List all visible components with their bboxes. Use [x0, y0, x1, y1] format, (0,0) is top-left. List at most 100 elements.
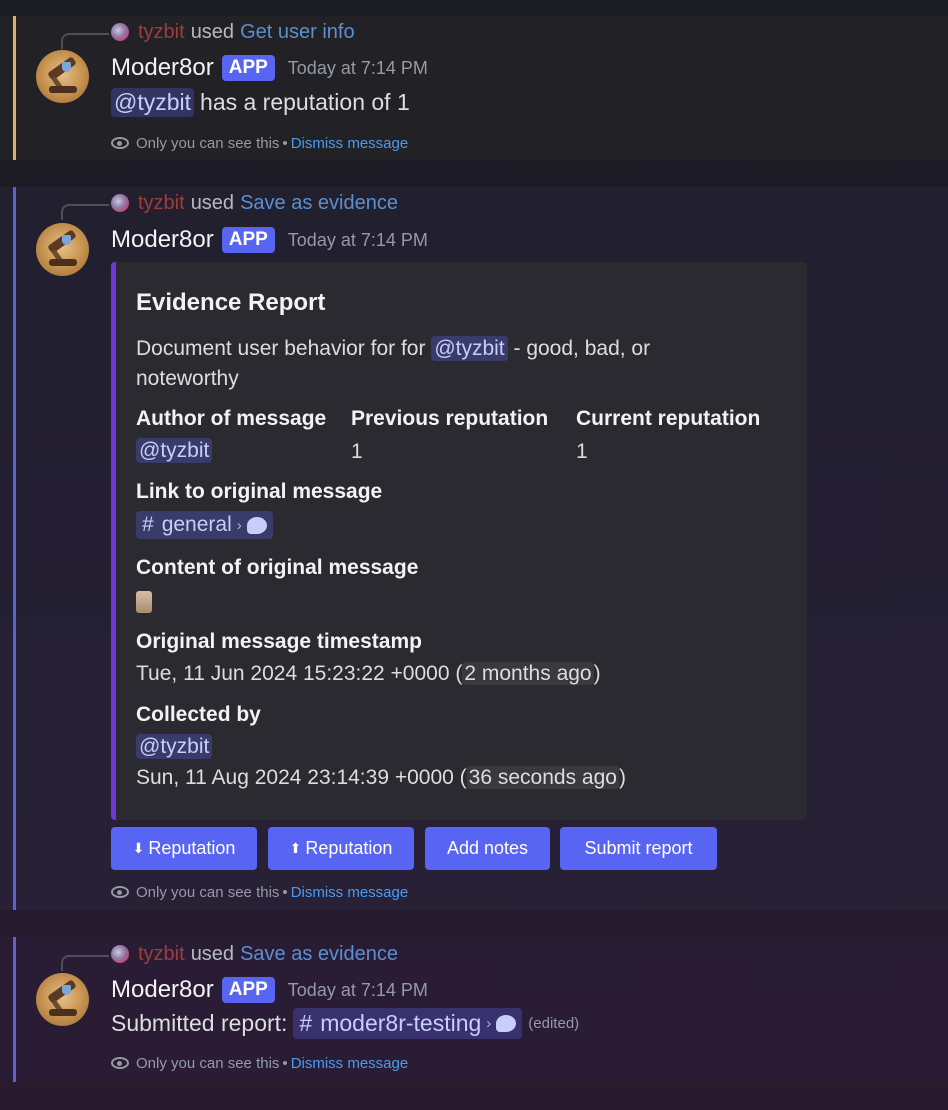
user-mention[interactable]: @tyzbit: [136, 438, 213, 463]
gavel-base: [49, 259, 77, 266]
arrow-down-icon: ⬇: [132, 840, 145, 856]
interaction-reply[interactable]: tyzbit used Save as evidence: [61, 942, 398, 971]
message-highlight-bar: [13, 187, 16, 910]
message-header: Moder8or APP Today at 7:14 PM: [111, 225, 428, 255]
user-mention[interactable]: @tyzbit: [111, 88, 195, 117]
button-label: Reputation: [148, 838, 236, 858]
bot-avatar[interactable]: [36, 50, 89, 103]
app-badge: APP: [221, 977, 275, 1003]
evidence-embed: Evidence Report Document user behavior f…: [111, 262, 807, 820]
field-content-value: [136, 591, 152, 619]
message-timestamp[interactable]: Today at 7:14 PM: [288, 230, 428, 251]
message-highlight-bar: [13, 937, 16, 1082]
reply-used-text: used: [190, 20, 235, 43]
reply-spine: [61, 204, 109, 220]
hash-icon: #: [142, 513, 154, 536]
desc-prefix: Document user behavior for for: [136, 337, 426, 360]
message-highlight-bar: [13, 16, 16, 160]
reply-username[interactable]: tyzbit: [138, 943, 185, 966]
downvote-reputation-button[interactable]: ⬇ Reputation: [111, 827, 257, 870]
field-collected-timestamp: Sun, 11 Aug 2024 23:14:39 +0000 (36 seco…: [136, 766, 626, 790]
chevron-right-icon: ›: [486, 1015, 492, 1032]
field-prev-rep-value: 1: [351, 440, 363, 463]
relative-time[interactable]: 2 months ago: [462, 662, 594, 685]
author-name[interactable]: Moder8or: [111, 976, 214, 1004]
field-timestamp-value: Tue, 11 Jun 2024 15:23:22 +0000 (2 month…: [136, 662, 601, 686]
field-collected-name: Collected by: [136, 703, 261, 726]
paren-open: (: [459, 766, 467, 789]
reply-username[interactable]: tyzbit: [138, 192, 185, 215]
channel-link[interactable]: # moder8r-testing ›: [293, 1008, 523, 1039]
user-mention[interactable]: @tyzbit: [431, 336, 508, 361]
gavel-base: [49, 1009, 77, 1016]
ephemeral-text: Only you can see this: [136, 134, 280, 152]
shield-icon: [62, 985, 71, 995]
separator-dot: •: [282, 883, 288, 901]
add-notes-button[interactable]: Add notes: [425, 827, 550, 870]
user-mini-avatar[interactable]: [111, 23, 129, 41]
interaction-reply[interactable]: tyzbit used Save as evidence: [61, 191, 398, 220]
field-content-name: Content of original message: [136, 556, 419, 579]
paren-close: ): [593, 662, 601, 685]
ephemeral-notice: Only you can see this • Dismiss message: [111, 133, 408, 153]
message-bubble-icon: [496, 1015, 517, 1032]
channel-link[interactable]: # general ›: [136, 511, 273, 539]
user-mini-avatar[interactable]: [111, 194, 129, 212]
hash-icon: #: [299, 1010, 313, 1036]
message-timestamp[interactable]: Today at 7:14 PM: [288, 980, 428, 1001]
field-author-value: @tyzbit: [136, 438, 213, 463]
message-content: Submitted report: # moder8r-testing › (e…: [111, 1008, 579, 1039]
edited-label: (edited): [528, 1015, 580, 1032]
embed-description: Document user behavior for for @tyzbit -…: [136, 334, 736, 394]
author-name[interactable]: Moder8or: [111, 54, 214, 82]
reply-command[interactable]: Get user info: [240, 21, 355, 44]
message-submitted-report: tyzbit used Save as evidence Moder8or AP…: [0, 937, 948, 1082]
channel-name: general: [161, 513, 232, 536]
reply-command[interactable]: Save as evidence: [240, 943, 398, 966]
button-label: Submit report: [584, 838, 693, 858]
shield-icon: [62, 62, 71, 72]
app-badge: APP: [221, 55, 275, 81]
message-evidence-report: tyzbit used Save as evidence Moder8or AP…: [0, 187, 948, 910]
button-label: Add notes: [446, 838, 529, 858]
bot-avatar[interactable]: [36, 223, 89, 276]
bot-avatar[interactable]: [36, 973, 89, 1026]
upvote-reputation-button[interactable]: ⬆ Reputation: [268, 827, 414, 870]
reply-spine: [61, 33, 109, 49]
button-label: Reputation: [305, 838, 393, 858]
embed-title: Evidence Report: [136, 289, 326, 316]
field-curr-rep-value: 1: [576, 440, 588, 463]
ephemeral-text: Only you can see this: [136, 1054, 280, 1072]
message-header: Moder8or APP Today at 7:14 PM: [111, 53, 428, 83]
reply-username[interactable]: tyzbit: [138, 21, 185, 44]
field-author-name: Author of message: [136, 407, 327, 430]
dismiss-message-link[interactable]: Dismiss message: [291, 884, 409, 901]
field-curr-rep-name: Current reputation: [576, 407, 761, 430]
submit-report-button[interactable]: Submit report: [560, 827, 717, 870]
relative-time[interactable]: 36 seconds ago: [466, 766, 619, 789]
message-header: Moder8or APP Today at 7:14 PM: [111, 975, 428, 1005]
ephemeral-notice: Only you can see this • Dismiss message: [111, 882, 408, 902]
dismiss-message-link[interactable]: Dismiss message: [291, 1055, 409, 1072]
field-link-name: Link to original message: [136, 480, 383, 503]
eye-icon: [111, 1057, 129, 1069]
timestamp-text: Sun, 11 Aug 2024 23:14:39 +0000: [136, 766, 454, 789]
author-name[interactable]: Moder8or: [111, 226, 214, 254]
dismiss-message-link[interactable]: Dismiss message: [291, 135, 409, 152]
user-mini-avatar[interactable]: [111, 945, 129, 963]
reply-command[interactable]: Save as evidence: [240, 192, 398, 215]
ephemeral-notice: Only you can see this • Dismiss message: [111, 1053, 408, 1073]
message-timestamp[interactable]: Today at 7:14 PM: [288, 58, 428, 79]
reply-used-text: used: [190, 191, 235, 214]
message-user-info: tyzbit used Get user info Moder8or APP T…: [0, 16, 948, 160]
content-text: Submitted report:: [111, 1010, 288, 1036]
eye-icon: [111, 137, 129, 149]
eye-icon: [111, 886, 129, 898]
arrow-up-icon: ⬆: [289, 840, 302, 856]
user-mention[interactable]: @tyzbit: [136, 734, 213, 759]
separator-dot: •: [282, 134, 288, 152]
field-timestamp-name: Original message timestamp: [136, 630, 422, 653]
channel-name: moder8r-testing: [320, 1010, 482, 1036]
interaction-reply[interactable]: tyzbit used Get user info: [61, 20, 355, 49]
timestamp-text: Tue, 11 Jun 2024 15:23:22 +0000: [136, 662, 450, 685]
